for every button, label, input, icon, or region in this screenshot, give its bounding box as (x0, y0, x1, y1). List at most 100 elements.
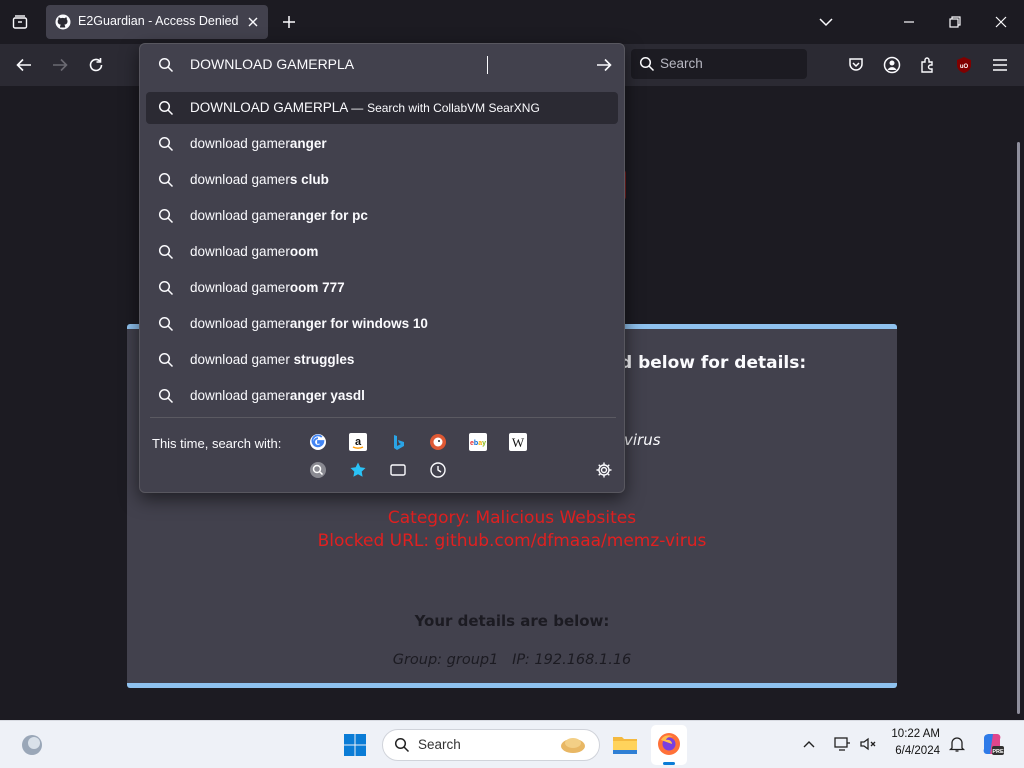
tab-close-icon[interactable] (246, 15, 260, 29)
ip-label: IP: (512, 652, 530, 668)
notification-bell-icon[interactable] (948, 735, 966, 753)
copilot-icon[interactable]: PRE (980, 732, 1004, 756)
github-icon (55, 14, 71, 30)
clock-time[interactable]: 10:22 AM (891, 728, 940, 740)
amazon-icon[interactable]: a (349, 433, 367, 451)
urlbar-suggestion[interactable]: download gamers club (146, 164, 618, 196)
start-windows-icon[interactable] (343, 733, 367, 757)
duckduckgo-icon[interactable] (429, 433, 447, 451)
your-details-heading: Your details are below: (414, 612, 610, 630)
search-icon (394, 737, 410, 753)
urlbar-suggestion[interactable]: download gameranger yasdl (146, 380, 618, 412)
active-app-indicator (663, 762, 675, 765)
suggestion-completion: oom 777 (289, 280, 345, 295)
firefox-icon (657, 732, 681, 756)
svg-text:W: W (512, 435, 525, 450)
search-icon (158, 352, 174, 368)
minimize-icon[interactable] (902, 15, 916, 29)
blocked-url-line: Blocked URL: github.com/dfmaaa/memz-viru… (317, 531, 707, 551)
urlbar-input[interactable]: DOWNLOAD GAMERPLA (190, 56, 354, 72)
extensions-icon[interactable] (919, 56, 937, 74)
ebay-icon[interactable]: ebay (469, 433, 487, 451)
show-hidden-icons-chevron-icon[interactable] (802, 737, 816, 751)
suggestion-completion: s club (289, 172, 329, 187)
search-icon (158, 136, 174, 152)
suggestion-prefix: download gamer (190, 136, 290, 151)
forward-icon[interactable] (51, 56, 69, 74)
suggestion-completion: oom (289, 244, 319, 259)
account-icon[interactable] (883, 56, 901, 74)
svg-text:uO: uO (960, 64, 969, 70)
toolbar-search-placeholder: Search (660, 56, 703, 71)
suggestion-prefix: download gamer (190, 280, 290, 295)
details-heading: d below for details: (620, 353, 807, 373)
suggestion-prefix: download gamer (190, 172, 290, 187)
search-icon (158, 388, 174, 404)
display-icon[interactable] (833, 735, 851, 753)
back-icon[interactable] (15, 56, 33, 74)
searxng-icon[interactable] (309, 461, 327, 479)
search-icon (158, 244, 174, 260)
svg-text:ebay: ebay (470, 440, 486, 447)
windows-taskbar: Search 10:22 AM 6/4/2024 PRE (0, 720, 1024, 768)
reload-icon[interactable] (87, 56, 105, 74)
history-icon[interactable] (429, 461, 447, 479)
go-arrow-icon[interactable] (595, 56, 613, 74)
search-settings-gear-icon[interactable] (595, 461, 613, 479)
suggestion-prefix: download gamer (190, 208, 290, 223)
widgets-icon[interactable] (20, 733, 44, 757)
search-icon (158, 316, 174, 332)
urlbar-suggestion[interactable]: download gameroom (146, 236, 618, 268)
block-info: Category: Malicious Websites Blocked URL… (127, 507, 897, 553)
urlbar-search-icon (158, 57, 174, 73)
svg-text:PRE: PRE (992, 749, 1004, 755)
suggestion-completion: anger yasdl (289, 388, 365, 403)
suggestion-text: download gameranger yasdl (190, 388, 365, 403)
ublock-origin-icon[interactable]: uO (955, 56, 973, 74)
urlbar-suggestion[interactable]: download gameranger (146, 128, 618, 160)
urlbar-result-search[interactable]: DOWNLOAD GAMERPLA — Search with CollabVM… (146, 92, 618, 124)
search-icon (158, 280, 174, 296)
suggestion-text: download gameranger (190, 136, 327, 151)
wikipedia-icon[interactable]: W (509, 433, 527, 451)
suggestion-text: download gameroom 777 (190, 280, 345, 295)
urlbar-suggestion[interactable]: download gameranger for pc (146, 200, 618, 232)
taskbar-search-box[interactable]: Search (382, 729, 600, 761)
tabs-icon[interactable] (389, 461, 407, 479)
suggestion-completion: anger for pc (289, 208, 368, 223)
new-tab-icon[interactable] (281, 14, 297, 30)
suggestion-text: download gameranger for windows 10 (190, 316, 428, 331)
urlbar-suggestion[interactable]: download gamer struggles (146, 344, 618, 376)
tab-strip: E2Guardian - Access Denied (0, 0, 1024, 44)
clock-date[interactable]: 6/4/2024 (895, 745, 940, 757)
bookmarks-star-icon[interactable] (349, 461, 367, 479)
suggestion-text: download gamer struggles (190, 352, 354, 367)
urlbar-suggestion[interactable]: download gameranger for windows 10 (146, 308, 618, 340)
bing-icon[interactable] (389, 433, 407, 451)
restore-icon[interactable] (948, 15, 962, 29)
volume-muted-icon[interactable] (859, 735, 877, 753)
google-icon[interactable] (309, 433, 327, 451)
toolbar-search-box[interactable]: Search (631, 49, 807, 79)
list-tabs-chevron-icon[interactable] (818, 15, 834, 29)
suggestion-completion: struggles (289, 352, 355, 367)
suggestion-prefix: download gamer (190, 316, 290, 331)
page-scrollbar[interactable] (1017, 142, 1020, 714)
urlbar-suggestion[interactable]: download gameroom 777 (146, 272, 618, 304)
search-icon (158, 100, 174, 116)
close-window-icon[interactable] (994, 15, 1008, 29)
tab-overview-icon[interactable] (12, 14, 28, 30)
group-label: Group: (392, 652, 443, 668)
suggestion-completion: anger for windows 10 (289, 316, 428, 331)
search-icon (639, 56, 655, 72)
app-menu-icon[interactable] (991, 57, 1009, 73)
suggestion-prefix: download gamer (190, 244, 290, 259)
tab-active[interactable]: E2Guardian - Access Denied (46, 5, 268, 39)
pocket-icon[interactable] (847, 56, 865, 74)
firefox-taskbar-button[interactable] (651, 725, 687, 765)
group-value: group1 (446, 652, 499, 668)
urlbar-dropdown: DOWNLOAD GAMERPLA DOWNLOAD GAMERPLA — Se… (139, 43, 625, 493)
svg-text:a: a (355, 436, 362, 448)
suggestion-completion: anger (289, 136, 327, 151)
file-explorer-icon[interactable] (612, 732, 638, 756)
